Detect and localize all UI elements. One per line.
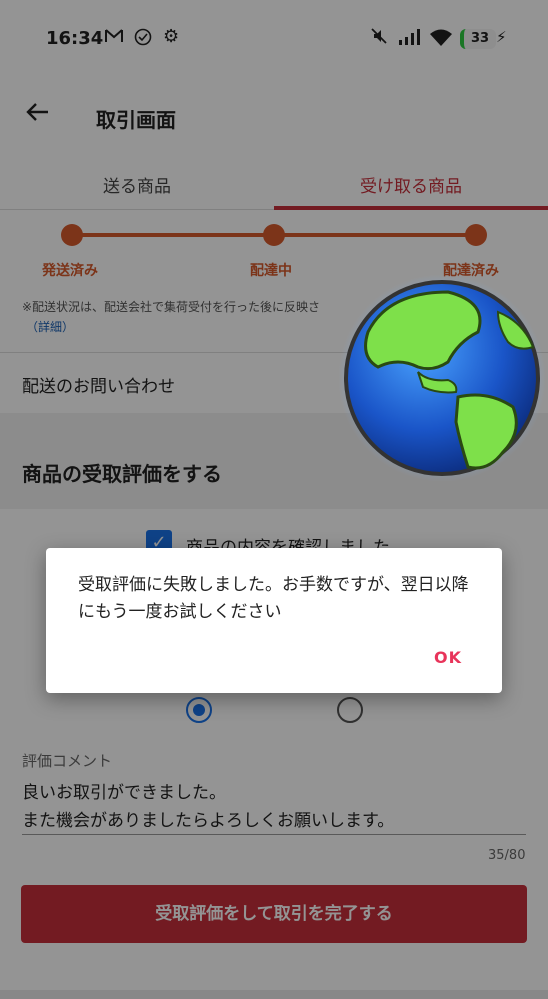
dialog-scrim[interactable] — [0, 0, 548, 999]
globe-icon[interactable] — [338, 272, 548, 484]
error-dialog: 受取評価に失敗しました。お手数ですが、翌日以降にもう一度お試しください OK — [46, 548, 502, 693]
dialog-ok-button[interactable]: OK — [434, 648, 462, 667]
dialog-message: 受取評価に失敗しました。お手数ですが、翌日以降にもう一度お試しください — [78, 575, 469, 622]
